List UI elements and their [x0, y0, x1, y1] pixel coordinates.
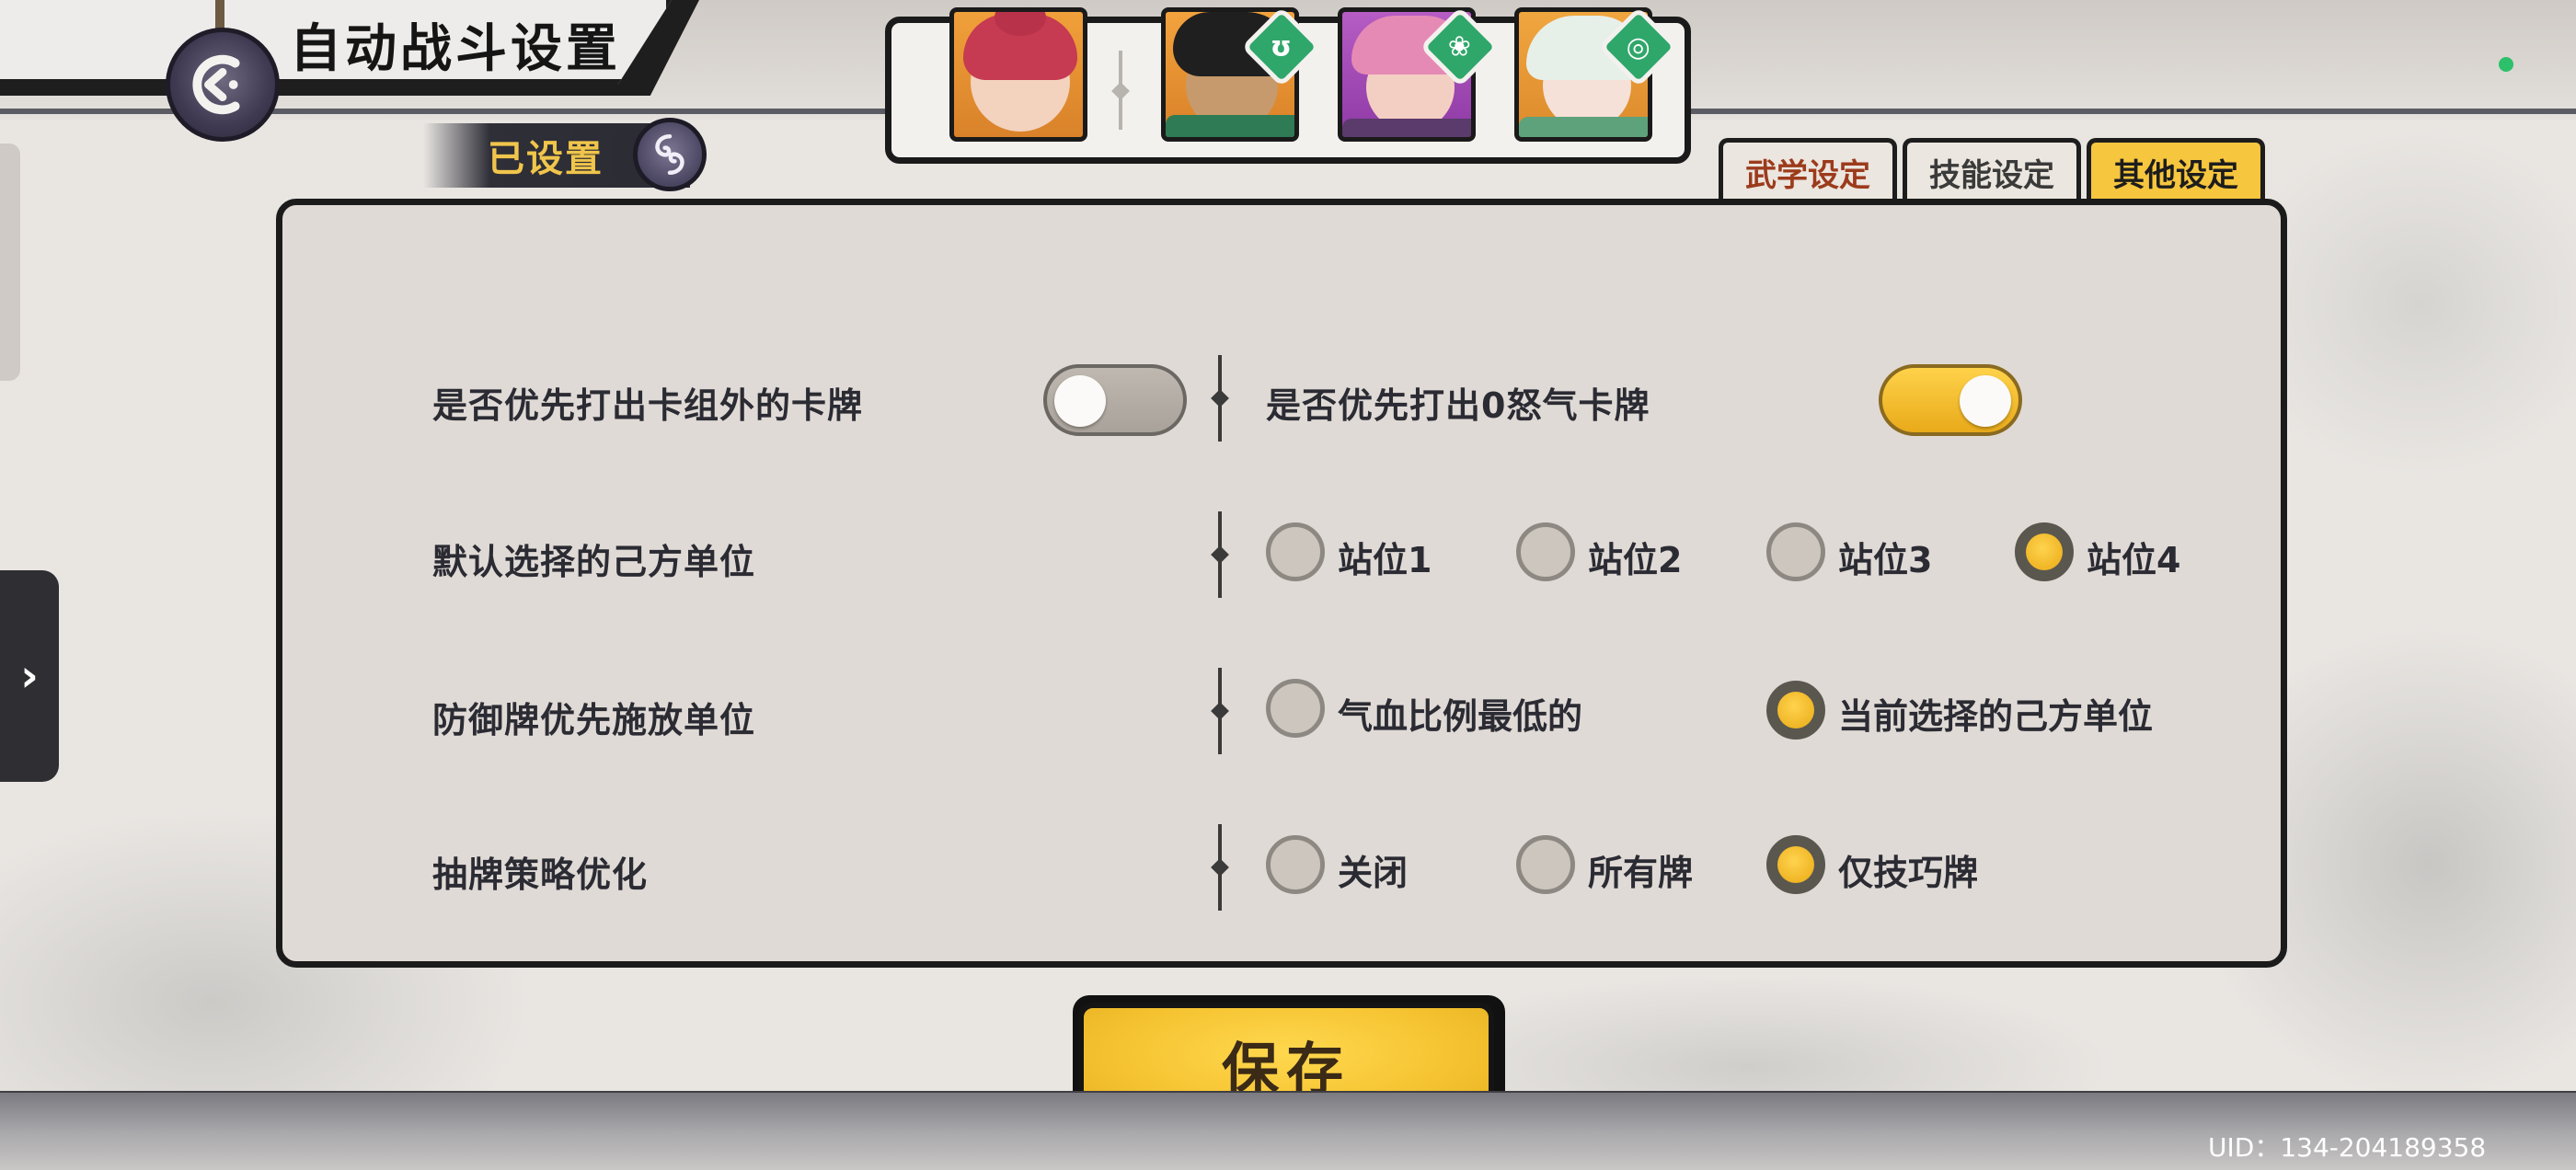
radio-position-1[interactable]: [1266, 522, 1325, 581]
radio-current-selected-unit[interactable]: [1766, 681, 1825, 740]
option-label-draw-off: 关闭: [1338, 853, 1409, 893]
option-label-draw-all-cards: 所有牌: [1588, 853, 1694, 893]
option-label-position-2: 站位2: [1588, 540, 1683, 580]
tab-skills[interactable]: 技能设定: [1903, 138, 2081, 202]
radio-draw-off[interactable]: [1266, 835, 1325, 894]
hero-outfit: [1342, 119, 1471, 137]
set-status-label: 已设置: [488, 138, 604, 180]
page-title: 自动战斗设置: [290, 19, 621, 79]
setting-label-priority-outside-deck: 是否优先打出卡组外的卡牌: [432, 385, 864, 426]
swirl-glyph-icon: [655, 133, 684, 176]
status-indicator: [2499, 57, 2513, 72]
setting-label-default-unit: 默认选择的己方单位: [432, 542, 756, 582]
radio-position-3[interactable]: [1766, 522, 1825, 581]
radio-position-4[interactable]: [2015, 522, 2074, 581]
hero-outfit: [1166, 115, 1294, 137]
toggle-priority-zero-rage[interactable]: [1879, 364, 2022, 436]
option-label-position-1: 站位1: [1338, 540, 1432, 580]
uid-label: UID：134-204189358: [2208, 1132, 2487, 1163]
swirl-icon[interactable]: [633, 118, 707, 191]
bottom-strip: [0, 1093, 2576, 1170]
back-arrow-icon: [192, 54, 240, 115]
toggle-knob: [1960, 375, 2011, 427]
radio-draw-skill-cards-only[interactable]: [1766, 835, 1825, 894]
radio-draw-all-cards[interactable]: [1516, 835, 1575, 894]
hero-outfit: [1519, 117, 1648, 137]
option-label-lowest-hp: 气血比例最低的: [1338, 696, 1583, 737]
radio-lowest-hp[interactable]: [1266, 679, 1325, 738]
radio-position-2[interactable]: [1516, 522, 1575, 581]
option-label-draw-skill-cards-only: 仅技巧牌: [1838, 853, 1979, 893]
side-panel-toggle[interactable]: ›: [0, 570, 59, 782]
setting-label-draw-strategy: 抽牌策略优化: [432, 855, 649, 895]
chevron-right-icon: ›: [20, 650, 39, 702]
back-button[interactable]: [166, 28, 280, 142]
option-label-current-selected-unit: 当前选择的己方单位: [1838, 696, 2154, 737]
toggle-priority-outside-deck[interactable]: [1043, 364, 1187, 436]
option-label-position-4: 站位4: [2087, 540, 2181, 580]
option-label-position-3: 站位3: [1838, 540, 1933, 580]
toggle-knob: [1054, 375, 1106, 427]
tab-martial-arts[interactable]: 武学设定: [1719, 138, 1897, 202]
setting-label-defense-target: 防御牌优先施放单位: [432, 700, 756, 740]
left-edge-handle[interactable]: [0, 143, 20, 381]
setting-label-priority-zero-rage: 是否优先打出0怒气卡牌: [1266, 385, 1650, 426]
hero-portrait-leader[interactable]: [949, 7, 1087, 142]
tab-other[interactable]: 其他设定: [2087, 138, 2265, 202]
